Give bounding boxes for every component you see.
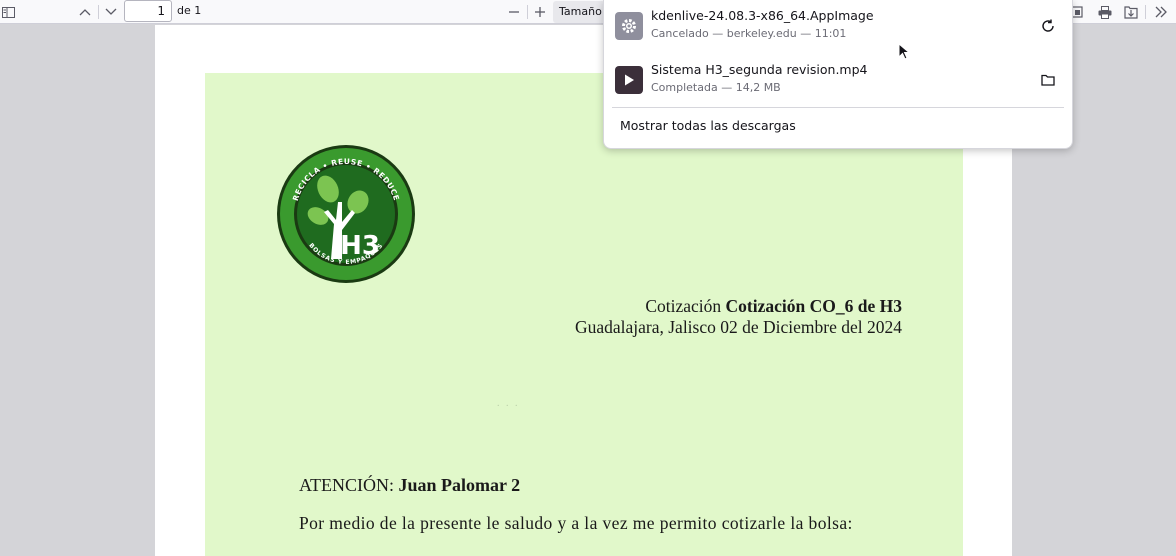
atencion-line: ATENCIÓN: Juan Palomar 2 [299, 475, 520, 496]
plus-icon [535, 7, 545, 17]
sidebar-toggle-button[interactable] [0, 0, 16, 24]
gear-icon [615, 12, 643, 40]
logo-h3-text: H3 [340, 231, 380, 261]
mouse-cursor-icon [898, 43, 910, 60]
download-status: Completada — 14,2 MB [651, 81, 781, 94]
next-page-button[interactable] [100, 0, 122, 24]
recipient-name: Juan Palomar 2 [398, 475, 521, 495]
cotizacion-id: Cotización CO_6 de H3 [725, 296, 902, 316]
retry-icon [1042, 19, 1054, 32]
folder-icon [1041, 74, 1055, 86]
previous-page-button[interactable] [74, 0, 96, 24]
save-button[interactable] [1120, 0, 1142, 24]
downloads-panel: kdenlive-24.08.3-x86_64.AppImage Cancela… [603, 0, 1073, 149]
page-count-label: de 1 [177, 4, 202, 17]
print-button[interactable] [1094, 0, 1116, 24]
intro-paragraph: Por medio de la presente le saludo y a l… [299, 513, 853, 533]
toolbar-separator [527, 5, 528, 19]
faint-mark: . . . [497, 398, 520, 409]
cotizacion-line: Cotización Cotización CO_6 de H3 [645, 296, 902, 317]
zoom-select[interactable]: Tamaño a [553, 1, 605, 23]
download-item[interactable]: Sistema H3_segunda revision.mp4 Completa… [604, 54, 1072, 106]
download-save-icon [1124, 5, 1138, 19]
download-filename: kdenlive-24.08.3-x86_64.AppImage [651, 8, 874, 23]
atencion-label: ATENCIÓN: [299, 475, 394, 495]
download-status: Cancelado — berkeley.edu — 11:01 [651, 27, 847, 40]
printer-icon [1098, 5, 1112, 19]
show-all-downloads-link[interactable]: Mostrar todas las descargas [620, 118, 796, 133]
download-filename: Sistema H3_segunda revision.mp4 [651, 62, 868, 77]
retry-download-button[interactable] [1036, 14, 1060, 38]
h3-logo: RECICLA • REUSE • REDUCE BOLSAS Y EMPAQU… [277, 145, 415, 283]
chevron-down-icon [105, 8, 117, 15]
play-icon [615, 66, 643, 94]
toolbar-separator [98, 5, 99, 19]
cotizacion-prefix: Cotización [645, 296, 722, 316]
download-item[interactable]: kdenlive-24.08.3-x86_64.AppImage Cancela… [604, 0, 1072, 52]
location-date: Guadalajara, Jalisco 02 de Diciembre del… [574, 317, 902, 337]
tools-menu-button[interactable] [1150, 0, 1172, 24]
double-chevron-right-icon [1155, 6, 1167, 18]
toolbar-separator [1145, 5, 1146, 19]
zoom-out-button[interactable] [503, 0, 525, 24]
zoom-in-button[interactable] [529, 0, 551, 24]
sidebar-icon [1, 6, 15, 18]
downloads-divider [612, 107, 1064, 108]
show-in-folder-button[interactable] [1036, 68, 1060, 92]
page-number-input[interactable] [124, 0, 172, 22]
minus-icon [509, 11, 519, 13]
chevron-up-icon [79, 9, 91, 16]
